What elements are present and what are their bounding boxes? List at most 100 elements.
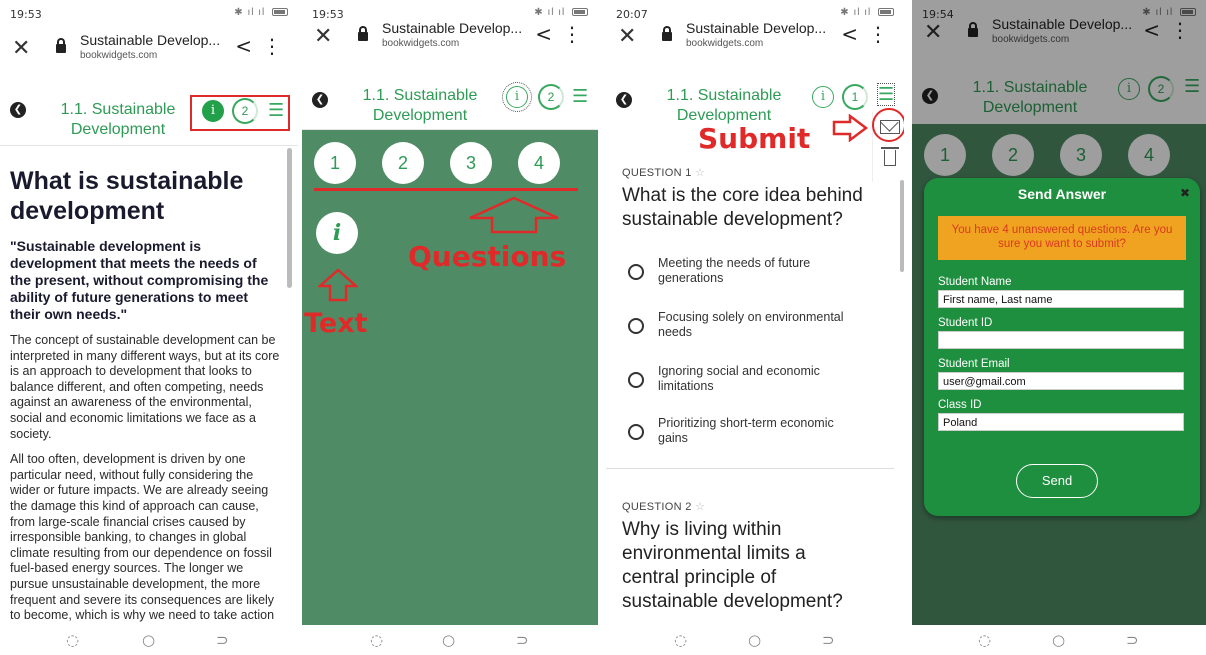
share-icon[interactable]: <: [535, 22, 552, 46]
close-icon[interactable]: ✕: [12, 36, 30, 61]
page-domain: bookwidgets.com: [80, 50, 158, 61]
share-icon[interactable]: <: [841, 22, 858, 46]
option-4[interactable]: Prioritizing short-term economic gains: [628, 416, 868, 456]
page-title: Sustainable Develop...: [686, 20, 827, 36]
question-2-number: QUESTION 2: [622, 501, 692, 513]
warning-message: You have 4 unanswered questions. Are you…: [938, 216, 1186, 260]
page-title: Sustainable Develop...: [80, 32, 221, 48]
recent-apps-icon[interactable]: ◌: [674, 631, 687, 649]
questions-underline: [314, 188, 578, 191]
student-name-field[interactable]: First name, Last name: [938, 290, 1184, 308]
question-1-number: QUESTION 1: [622, 167, 692, 179]
student-id-label: Student ID: [938, 317, 993, 329]
option-1[interactable]: Meeting the needs of future generations: [628, 256, 868, 296]
text-info-button[interactable]: i: [316, 212, 358, 254]
student-id-field[interactable]: [938, 331, 1184, 349]
paragraph: All too often, development is driven by …: [10, 452, 275, 638]
screenshot-text-view: 19:53 ✱ ıl ıl ✕ Sustainable Develop... b…: [0, 0, 298, 655]
question-1-label: QUESTION 1 ☆: [622, 166, 705, 179]
system-nav-bar: ◌ ○ ⊃: [0, 625, 298, 655]
browser-url-bar: ✕ Sustainable Develop... bookwidgets.com…: [302, 16, 598, 72]
content-heading: What is sustainable development: [10, 167, 244, 225]
arrow-up-icon: [318, 268, 358, 302]
home-icon[interactable]: ○: [748, 631, 761, 649]
battery-icon: [272, 8, 288, 17]
dialog-title: Send Answer: [1017, 186, 1107, 202]
system-nav-bar: ◌ ○ ⊃: [912, 625, 1206, 655]
menu-icon[interactable]: ☰: [572, 86, 588, 107]
question-2-button[interactable]: 2: [382, 142, 424, 184]
more-icon[interactable]: ⋮: [262, 34, 282, 58]
send-answer-dialog: Send Answer ✖ You have 4 unanswered ques…: [924, 178, 1200, 516]
submit-annotation: Submit: [698, 122, 811, 155]
option-2[interactable]: Focusing solely on environmental needs: [628, 310, 868, 350]
share-icon[interactable]: <: [235, 34, 252, 58]
option-label: Ignoring social and economic limitations: [658, 364, 820, 393]
highlight-box: [190, 95, 290, 131]
back-icon[interactable]: ❮: [616, 92, 632, 108]
system-nav-bar: ◌ ○ ⊃: [606, 625, 904, 655]
envelope-icon[interactable]: [880, 120, 900, 134]
trash-icon[interactable]: [881, 147, 899, 166]
radio-button[interactable]: [628, 264, 644, 280]
info-icon[interactable]: i: [812, 86, 834, 108]
back-nav-icon[interactable]: ⊃: [216, 631, 229, 649]
lesson-title: 1.1. Sustainable Development: [60, 101, 176, 138]
page-domain: bookwidgets.com: [382, 38, 460, 49]
recent-apps-icon[interactable]: ◌: [370, 631, 383, 649]
back-icon[interactable]: ❮: [312, 92, 328, 108]
more-icon[interactable]: ⋮: [868, 22, 888, 46]
divider: [606, 468, 894, 469]
back-nav-icon[interactable]: ⊃: [1126, 631, 1139, 649]
radio-button[interactable]: [628, 318, 644, 334]
paragraph: The concept of sustainable development c…: [10, 333, 280, 441]
star-icon[interactable]: ☆: [695, 167, 705, 179]
page-domain: bookwidgets.com: [686, 38, 764, 49]
question-1-button[interactable]: 1: [314, 142, 356, 184]
recent-apps-icon[interactable]: ◌: [66, 631, 79, 649]
close-icon[interactable]: ✕: [314, 24, 332, 49]
home-icon[interactable]: ○: [1052, 631, 1065, 649]
recent-apps-icon[interactable]: ◌: [978, 631, 991, 649]
close-icon[interactable]: ✖: [1180, 186, 1190, 200]
scrollbar[interactable]: [900, 180, 904, 272]
option-3[interactable]: Ignoring social and economic limitations: [628, 364, 868, 404]
option-label: Prioritizing short-term economic gains: [658, 416, 834, 445]
option-label: Focusing solely on environmental needs: [658, 310, 844, 339]
status-time: 19:53: [10, 8, 42, 21]
home-icon[interactable]: ○: [142, 631, 155, 649]
lesson-title: 1.1. Sustainable Development: [362, 87, 478, 124]
screenshot-questions-view: 20:07 ✱ ıl ıl ✕ Sustainable Develop... b…: [606, 0, 904, 655]
app-header: ❮ 1.1. Sustainable Development i 2 ☰: [302, 74, 598, 130]
screenshot-send-dialog: 19:54 ✱ ıl ıl ✕ Sustainable Develop... b…: [912, 0, 1206, 655]
lesson-title: 1.1. Sustainable Development: [666, 87, 782, 124]
radio-button[interactable]: [628, 424, 644, 440]
home-icon[interactable]: ○: [442, 631, 455, 649]
question-2-text: Why is living within environmental limit…: [622, 519, 843, 612]
scrollbar[interactable]: [287, 148, 292, 288]
back-nav-icon[interactable]: ⊃: [822, 631, 835, 649]
question-3-button[interactable]: 3: [450, 142, 492, 184]
quote-text: "Sustainable development is development …: [10, 238, 269, 322]
arrow-up-icon: [469, 196, 559, 234]
close-icon[interactable]: ✕: [618, 24, 636, 49]
back-icon[interactable]: ❮: [10, 102, 26, 118]
student-name-label: Student Name: [938, 276, 1012, 288]
class-id-field[interactable]: Poland: [938, 413, 1184, 431]
question-count[interactable]: 2: [538, 84, 564, 110]
more-icon[interactable]: ⋮: [562, 22, 582, 46]
menu-icon[interactable]: ☰: [876, 83, 896, 106]
send-button[interactable]: Send: [1016, 464, 1098, 498]
radio-button[interactable]: [628, 372, 644, 388]
question-4-button[interactable]: 4: [518, 142, 560, 184]
status-icons: ✱ ıl ıl: [234, 7, 288, 18]
arrow-right-icon: [832, 114, 869, 142]
student-email-field[interactable]: user@gmail.com: [938, 372, 1184, 390]
star-icon[interactable]: ☆: [695, 501, 705, 513]
browser-url-bar: ✕ Sustainable Develop... bookwidgets.com…: [0, 28, 298, 84]
question-count[interactable]: 1: [842, 84, 868, 110]
text-annotation: Text: [304, 308, 368, 339]
info-icon[interactable]: i: [502, 82, 532, 112]
back-nav-icon[interactable]: ⊃: [516, 631, 529, 649]
lock-icon: [662, 26, 672, 41]
